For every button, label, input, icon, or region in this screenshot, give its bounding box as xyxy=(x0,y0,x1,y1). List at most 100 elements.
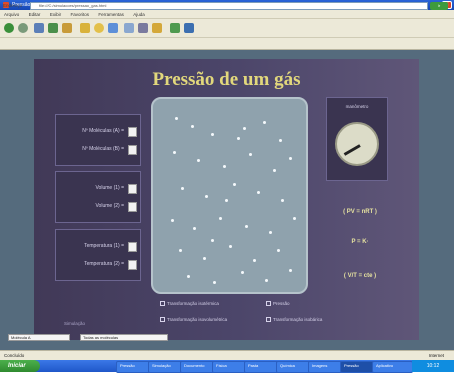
system-tray-clock: 10:12 xyxy=(412,360,454,372)
temperature-2-input[interactable] xyxy=(128,260,137,270)
menu-help[interactable]: Ajuda xyxy=(129,10,149,19)
radio-icon[interactable] xyxy=(160,317,165,323)
gauge-needle xyxy=(343,144,361,156)
taskbar: Iniciar Pressão Simulação Documento Físi… xyxy=(0,360,454,373)
gas-molecule xyxy=(219,217,222,220)
task-button[interactable]: Pasta xyxy=(244,361,279,373)
gauge-label: manômetro xyxy=(345,104,369,109)
messenger-icon[interactable] xyxy=(170,23,180,33)
task-button[interactable]: Simulação xyxy=(148,361,183,373)
gas-molecule xyxy=(245,225,248,228)
volume-1-label: Volume (1) = xyxy=(95,185,125,191)
menu-favorites[interactable]: Favoritos xyxy=(66,10,93,19)
gas-molecule xyxy=(229,245,232,248)
formula-volume-temperature: ( V/T = cte ) xyxy=(343,273,377,279)
address-label: Endereço xyxy=(3,3,23,8)
gas-molecule xyxy=(273,169,276,172)
volume-2-input[interactable] xyxy=(128,202,137,212)
task-button[interactable]: Pressão xyxy=(116,361,151,373)
search-icon[interactable] xyxy=(80,23,90,33)
start-button[interactable]: Iniciar xyxy=(0,360,40,372)
radio-icon[interactable] xyxy=(160,301,165,307)
radio-icon[interactable] xyxy=(266,301,271,307)
gas-molecule xyxy=(263,121,266,124)
applet-title: Pressão de um gás xyxy=(152,69,301,90)
menu-tools[interactable]: Ferramentas xyxy=(94,10,128,19)
edit-icon[interactable] xyxy=(152,23,162,33)
stop-icon[interactable] xyxy=(34,23,44,33)
gas-molecule xyxy=(197,159,200,162)
task-button[interactable]: Aplicativo xyxy=(372,361,413,373)
gas-molecule xyxy=(281,199,284,202)
formula-ideal-gas: ( PV = nRT ) xyxy=(343,209,377,215)
gas-molecule xyxy=(241,271,244,274)
option-isobaric[interactable]: Transformação isobárica xyxy=(266,317,323,323)
option-isobaric-label: Transformação isobárica xyxy=(273,317,323,322)
mail-icon[interactable] xyxy=(124,23,134,33)
gas-molecule xyxy=(265,279,268,282)
gas-molecule xyxy=(205,195,208,198)
volume-1-input[interactable] xyxy=(128,184,137,194)
molecules-b-label: Nº Moléculas (B) = xyxy=(82,146,124,152)
gas-molecule xyxy=(213,281,216,284)
menu-edit[interactable]: Editar xyxy=(25,10,45,19)
task-button-active[interactable]: Pressão xyxy=(340,361,375,373)
option-pressure[interactable]: Pressão xyxy=(266,301,290,307)
gas-molecule xyxy=(293,217,296,220)
molecules-panel: Nº Moléculas (A) = Nº Moléculas (B) = xyxy=(55,114,141,166)
applet-footer: Simulação xyxy=(64,321,86,326)
gas-molecule xyxy=(237,137,240,140)
molecules-filter-select[interactable]: Todas as moléculas xyxy=(80,334,168,341)
volume-2-label: Volume (2) = xyxy=(95,203,125,209)
molecules-b-input[interactable] xyxy=(128,145,137,155)
address-input[interactable]: file:///C:/simulacoes/pressao_gas.html xyxy=(30,2,428,10)
temperature-1-input[interactable] xyxy=(128,242,137,252)
gas-molecule xyxy=(191,125,194,128)
menu-file[interactable]: Arquivo xyxy=(0,10,23,19)
forward-icon[interactable] xyxy=(18,23,28,33)
home-icon[interactable] xyxy=(62,23,72,33)
gas-molecule xyxy=(233,183,236,186)
task-button[interactable]: Física xyxy=(212,361,247,373)
gas-molecule xyxy=(243,127,246,130)
gas-molecule xyxy=(193,227,196,230)
temperature-1-label: Temperatura (1) = xyxy=(84,243,124,249)
gas-molecule xyxy=(225,199,228,202)
radio-icon[interactable] xyxy=(266,317,271,323)
temperature-panel: Temperatura (1) = Temperatura (2) = xyxy=(55,229,141,281)
volume-panel: Volume (1) = Volume (2) = xyxy=(55,171,141,223)
menu-bar: Arquivo Editar Exibir Favoritos Ferramen… xyxy=(0,10,454,19)
task-button[interactable]: Imagens xyxy=(308,361,343,373)
toolbar xyxy=(0,19,454,38)
address-bar xyxy=(0,38,454,50)
option-isovolumetric-label: Transformação isovolumétrica xyxy=(167,317,228,322)
print-icon[interactable] xyxy=(138,23,148,33)
option-isothermal[interactable]: Transformação isotérmica xyxy=(160,301,219,307)
pressure-gauge-panel: manômetro xyxy=(326,97,388,181)
refresh-icon[interactable] xyxy=(48,23,58,33)
go-button[interactable]: Ir xyxy=(430,2,448,10)
molecule-select[interactable]: Molécula A xyxy=(8,334,70,341)
temperature-2-label: Temperatura (2) = xyxy=(84,261,124,267)
media-icon[interactable] xyxy=(184,23,194,33)
formula-pressure: P = K· xyxy=(351,239,369,245)
history-icon[interactable] xyxy=(108,23,118,33)
molecules-a-input[interactable] xyxy=(128,127,137,137)
task-button[interactable]: Documento xyxy=(180,361,215,373)
option-isovolumetric[interactable]: Transformação isovolumétrica xyxy=(160,317,228,323)
gas-molecule xyxy=(203,257,206,260)
gas-molecule xyxy=(175,117,178,120)
gas-molecule xyxy=(179,249,182,252)
gas-container xyxy=(151,97,308,294)
back-icon[interactable] xyxy=(4,23,14,33)
gas-molecule xyxy=(279,139,282,142)
option-isothermal-label: Transformação isotérmica xyxy=(167,301,219,306)
gas-molecule xyxy=(181,187,184,190)
menu-view[interactable]: Exibir xyxy=(46,10,65,19)
task-button[interactable]: Química xyxy=(276,361,311,373)
gas-molecule xyxy=(187,275,190,278)
gas-molecule xyxy=(223,165,226,168)
favorites-icon[interactable] xyxy=(94,23,104,33)
gas-molecule xyxy=(211,133,214,136)
gas-molecule xyxy=(211,239,214,242)
